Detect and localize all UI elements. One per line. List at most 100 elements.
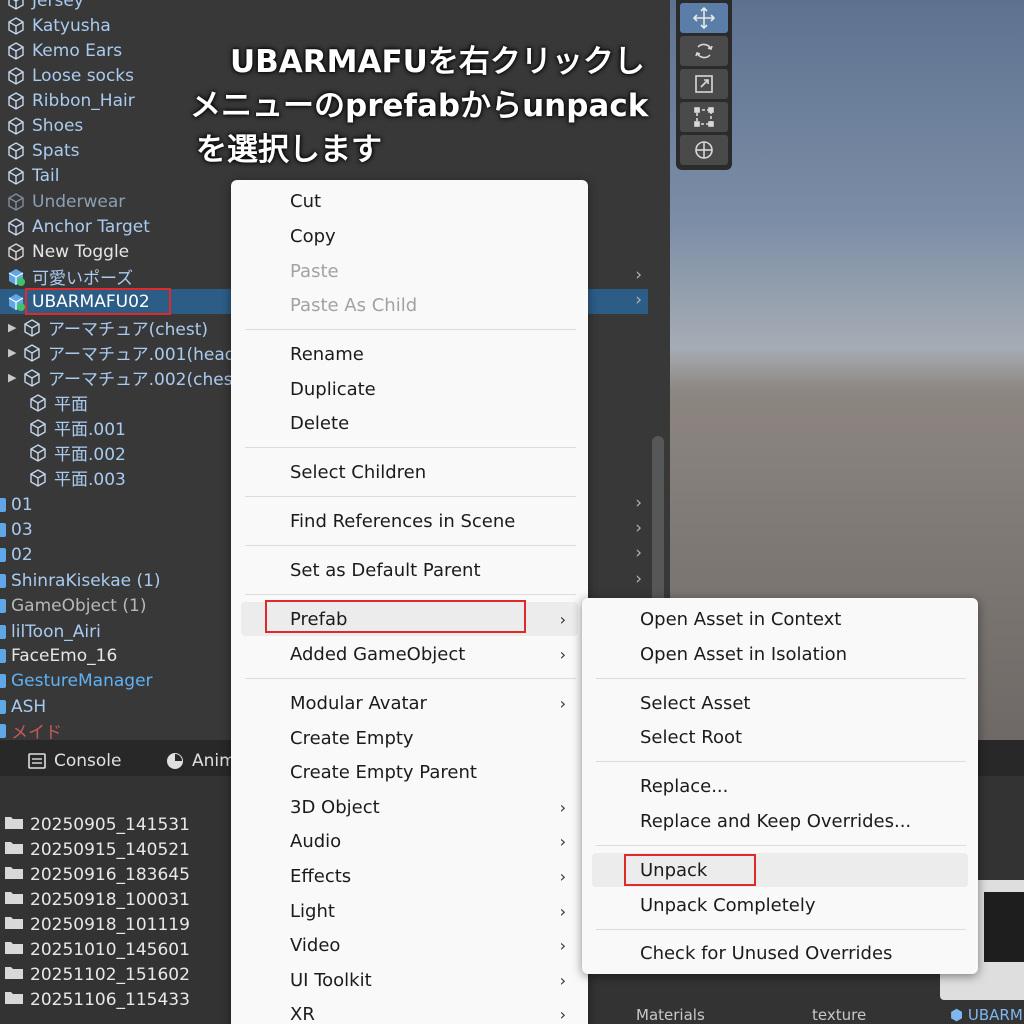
- submenu-item-select-asset[interactable]: Select Asset: [582, 688, 978, 718]
- chevron-right-icon[interactable]: ›: [635, 569, 642, 589]
- tab-animation-label: Anim: [192, 751, 236, 771]
- expand-arrow-icon[interactable]: ▶: [8, 321, 22, 334]
- project-folder-item[interactable]: 20250915_140521: [4, 837, 190, 862]
- scale-tool-icon[interactable]: [680, 69, 728, 99]
- asset-ubar[interactable]: ⬢ UBARM: [950, 1006, 1023, 1024]
- submenu-item-check-unused-overrides[interactable]: Check for Unused Overrides: [582, 938, 978, 968]
- chevron-right-icon[interactable]: ›: [635, 493, 642, 513]
- menu-item-paste-as-child[interactable]: Paste As Child: [231, 290, 588, 320]
- menu-item-label: Rename: [290, 343, 364, 365]
- menu-item-rename[interactable]: Rename: [231, 339, 588, 369]
- menu-item-light[interactable]: Light ›: [231, 896, 588, 926]
- expand-arrow-icon[interactable]: ▶: [8, 371, 22, 384]
- project-folder-label: 20251106_115433: [30, 989, 190, 1010]
- menu-item-3d-object[interactable]: 3D Object ›: [231, 792, 588, 822]
- chevron-right-icon[interactable]: ›: [635, 518, 642, 538]
- hierarchy-row-label: Jersey: [32, 0, 84, 11]
- project-folder-label: 20250915_140521: [30, 839, 190, 860]
- submenu-item-open-in-isolation[interactable]: Open Asset in Isolation: [582, 639, 978, 669]
- asset-texture[interactable]: texture: [812, 1006, 866, 1024]
- chevron-right-icon: ›: [559, 797, 566, 817]
- tab-animation[interactable]: Anim: [166, 746, 236, 776]
- project-folder-item[interactable]: 20251010_145601: [4, 937, 190, 962]
- prefab-icon: [0, 573, 6, 588]
- prefab-submenu: Open Asset in Context Open Asset in Isol…: [582, 598, 978, 974]
- project-folder-label: 20250918_101119: [30, 914, 190, 935]
- menu-item-cut[interactable]: Cut: [231, 186, 588, 216]
- menu-item-modular-avatar[interactable]: Modular Avatar ›: [231, 688, 588, 718]
- hierarchy-row-label: New Toggle: [32, 241, 130, 262]
- instruction-annotation: UBARMAFUを右クリックし メニューのprefabからunpack を選択し…: [190, 40, 650, 172]
- menu-item-label: Open Asset in Isolation: [640, 643, 848, 665]
- transform-tool-icon[interactable]: [680, 135, 728, 165]
- menu-item-label: XR: [290, 1003, 315, 1024]
- menu-item-paste[interactable]: Paste: [231, 256, 588, 286]
- cube-icon: [6, 66, 26, 86]
- menu-item-label: Light: [290, 900, 335, 922]
- menu-separator: [245, 329, 576, 330]
- project-folder-item[interactable]: 20250918_100031: [4, 887, 190, 912]
- hierarchy-row[interactable]: Katyusha: [0, 13, 648, 38]
- menu-item-duplicate[interactable]: Duplicate: [231, 374, 588, 404]
- menu-item-select-children[interactable]: Select Children: [231, 457, 588, 487]
- menu-item-copy[interactable]: Copy: [231, 221, 588, 251]
- hierarchy-row-label: 平面.003: [54, 470, 126, 490]
- cube-icon: [28, 393, 48, 413]
- cube-icon: [6, 116, 26, 136]
- folder-icon: [4, 989, 30, 1010]
- hierarchy-row-label: 平面: [54, 395, 88, 415]
- hierarchy-row[interactable]: Jersey: [0, 0, 648, 13]
- project-folder-item[interactable]: 20251106_115433: [4, 987, 190, 1012]
- menu-item-effects[interactable]: Effects ›: [231, 861, 588, 891]
- submenu-item-replace[interactable]: Replace...: [582, 771, 978, 801]
- project-folder-item[interactable]: 20250918_101119: [4, 912, 190, 937]
- chevron-right-icon: ›: [559, 693, 566, 713]
- menu-item-added-gameobject[interactable]: Added GameObject ›: [231, 639, 588, 669]
- project-folder-label: 20251102_151602: [30, 964, 190, 985]
- hierarchy-row-label: FaceEmo_16: [11, 645, 118, 666]
- submenu-item-replace-keep-overrides[interactable]: Replace and Keep Overrides...: [582, 806, 978, 836]
- chevron-right-icon[interactable]: ›: [635, 265, 642, 285]
- prefab-icon: [0, 598, 6, 613]
- menu-item-create-empty-parent[interactable]: Create Empty Parent: [231, 757, 588, 787]
- cube-icon: [6, 91, 26, 111]
- menu-item-label: Create Empty: [290, 727, 414, 749]
- menu-item-create-empty[interactable]: Create Empty: [231, 723, 588, 753]
- menu-item-set-default-parent[interactable]: Set as Default Parent: [231, 555, 588, 585]
- project-folder-item[interactable]: 20250916_183645: [4, 862, 190, 887]
- menu-item-label: Modular Avatar: [290, 692, 427, 714]
- rotate-tool-icon[interactable]: [680, 36, 728, 66]
- submenu-item-unpack-completely[interactable]: Unpack Completely: [582, 890, 978, 920]
- hierarchy-row-label: 平面.001: [54, 420, 126, 440]
- asset-materials[interactable]: Materials: [636, 1006, 705, 1024]
- prefab-highlight-box: [265, 600, 526, 633]
- rect-tool-icon[interactable]: [680, 102, 728, 132]
- hierarchy-row-label: ASH: [11, 696, 47, 717]
- chevron-right-icon: ›: [559, 935, 566, 955]
- menu-item-delete[interactable]: Delete: [231, 408, 588, 438]
- cube-icon: [6, 166, 26, 186]
- hierarchy-row-label: メイド: [11, 723, 62, 740]
- menu-item-video[interactable]: Video ›: [231, 930, 588, 960]
- hierarchy-row-label: 可愛いポーズ: [32, 269, 134, 289]
- menu-item-xr[interactable]: XR ›: [231, 999, 588, 1024]
- expand-arrow-icon[interactable]: ▶: [8, 346, 22, 359]
- prefab-icon: [0, 673, 6, 688]
- menu-item-ui-toolkit[interactable]: UI Toolkit ›: [231, 965, 588, 995]
- chevron-right-icon[interactable]: ›: [635, 543, 642, 563]
- gameobject-toggle-icon: [6, 242, 26, 262]
- move-tool-icon[interactable]: [680, 3, 728, 33]
- submenu-item-open-in-context[interactable]: Open Asset in Context: [582, 604, 978, 634]
- cube-icon: [28, 418, 48, 438]
- submenu-item-select-root[interactable]: Select Root: [582, 722, 978, 752]
- menu-item-audio[interactable]: Audio ›: [231, 826, 588, 856]
- hierarchy-row-label: Anchor Target: [32, 216, 150, 237]
- menu-item-find-references[interactable]: Find References in Scene: [231, 506, 588, 536]
- tab-console[interactable]: Console: [28, 746, 122, 776]
- menu-item-label: Replace and Keep Overrides...: [640, 810, 912, 832]
- project-folder-item[interactable]: 20251102_151602: [4, 962, 190, 987]
- hierarchy-row-label: GameObject (1): [11, 595, 147, 616]
- hierarchy-row-label: GestureManager: [11, 670, 153, 691]
- chevron-right-icon[interactable]: ›: [635, 290, 642, 310]
- project-folder-item[interactable]: 20250905_141531: [4, 812, 190, 837]
